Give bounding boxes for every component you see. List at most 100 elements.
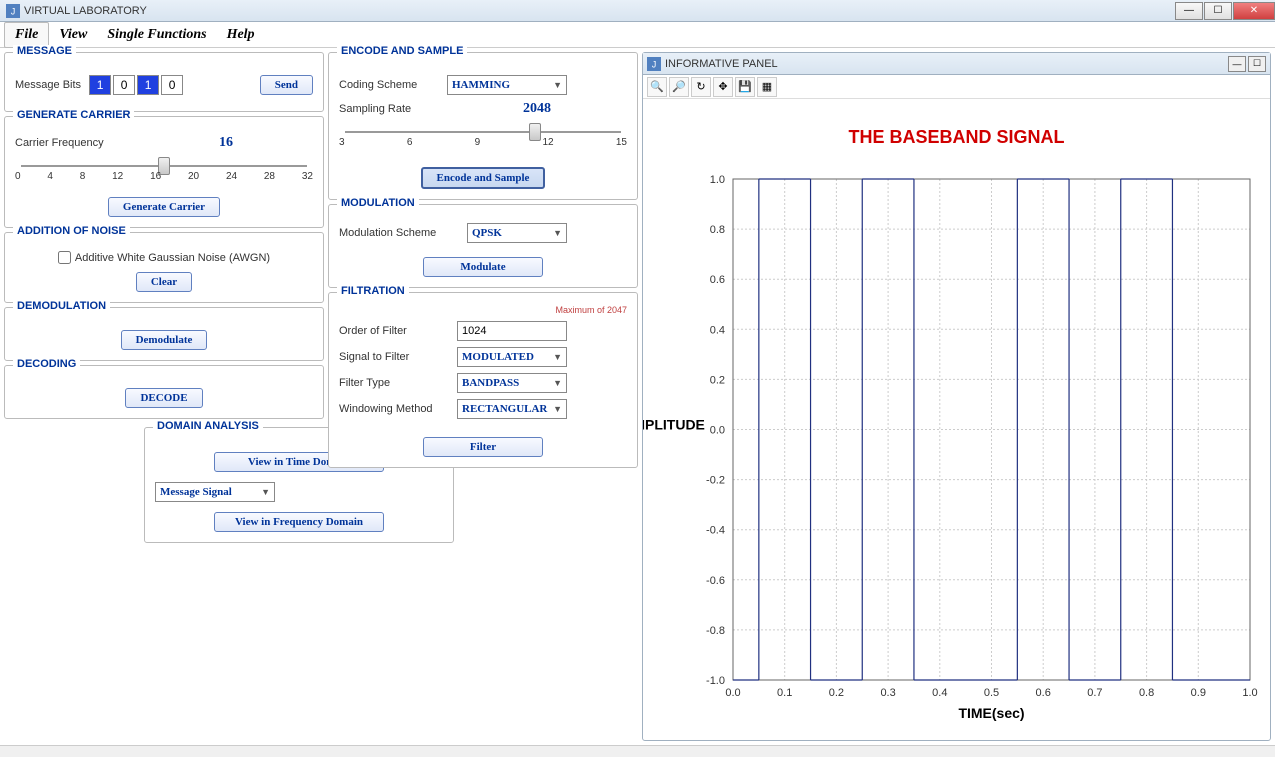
close-button[interactable]: ✕ [1233, 2, 1275, 20]
menubar: File View Single Functions Help [0, 22, 1275, 48]
awgn-label: Additive White Gaussian Noise (AWGN) [75, 252, 270, 264]
svg-text:0.0: 0.0 [710, 425, 725, 437]
svg-text:-0.8: -0.8 [706, 625, 725, 637]
encode-sample-button[interactable]: Encode and Sample [421, 167, 546, 189]
window-method-dropdown[interactable]: RECTANGULAR▼ [457, 399, 567, 419]
pan-icon[interactable]: ✥ [713, 77, 733, 97]
svg-text:0.6: 0.6 [710, 274, 725, 286]
bit-2[interactable]: 1 [137, 75, 159, 95]
send-button[interactable]: Send [260, 75, 313, 95]
svg-text:TIME(sec): TIME(sec) [958, 705, 1024, 721]
carrier-title: GENERATE CARRIER [13, 109, 134, 121]
modulate-button[interactable]: Modulate [423, 257, 543, 277]
filtration-title: FILTRATION [337, 285, 409, 297]
clear-button[interactable]: Clear [136, 272, 192, 292]
filtration-panel: FILTRATION Maximum of 2047 Order of Filt… [328, 292, 638, 468]
java-icon: J [647, 57, 661, 71]
informative-panel-window: J INFORMATIVE PANEL — ☐ 🔍 🔎 ↻ ✥ 💾 ▦ THE … [642, 52, 1271, 741]
info-panel-title: INFORMATIVE PANEL [665, 58, 1226, 70]
minimize-button[interactable]: — [1175, 2, 1203, 20]
svg-text:IPLITUDE: IPLITUDE [643, 417, 705, 433]
svg-text:0.2: 0.2 [829, 687, 844, 699]
panel-minimize-button[interactable]: — [1228, 56, 1246, 72]
window-title: VIRTUAL LABORATORY [24, 5, 1174, 17]
rate-label: Sampling Rate [339, 103, 439, 115]
svg-text:-1.0: -1.0 [706, 675, 725, 687]
message-bits-label: Message Bits [15, 79, 81, 91]
filter-note: Maximum of 2047 [339, 305, 627, 315]
chart-toolbar: 🔍 🔎 ↻ ✥ 💾 ▦ [643, 75, 1270, 99]
awgn-checkbox[interactable] [58, 251, 71, 264]
rate-slider[interactable]: 3691215 [339, 123, 627, 153]
bit-3[interactable]: 0 [161, 75, 183, 95]
message-title: MESSAGE [13, 45, 76, 57]
svg-text:J: J [11, 6, 15, 16]
domain-signal-dropdown[interactable]: Message Signal▼ [155, 482, 275, 502]
decode-title: DECODING [13, 358, 80, 370]
chevron-down-icon: ▼ [553, 378, 562, 388]
noise-panel: ADDITION OF NOISE Additive White Gaussia… [4, 232, 324, 303]
carrier-slider[interactable]: 048121620242832 [15, 157, 313, 187]
svg-text:0.8: 0.8 [1139, 687, 1154, 699]
filter-button[interactable]: Filter [423, 437, 543, 457]
horizontal-scrollbar[interactable] [0, 745, 1275, 757]
chevron-down-icon: ▼ [553, 228, 562, 238]
carrier-freq-value: 16 [219, 135, 233, 151]
zoom-in-icon[interactable]: 🔍 [647, 77, 667, 97]
menu-single-functions[interactable]: Single Functions [97, 23, 216, 47]
mod-scheme-dropdown[interactable]: QPSK▼ [467, 223, 567, 243]
carrier-panel: GENERATE CARRIER Carrier Frequency 16 04… [4, 116, 324, 228]
filter-type-dropdown[interactable]: BANDPASS▼ [457, 373, 567, 393]
svg-text:0.6: 0.6 [1036, 687, 1051, 699]
message-panel: MESSAGE Message Bits 1 0 1 0 Send [4, 52, 324, 112]
signal-filter-dropdown[interactable]: MODULATED▼ [457, 347, 567, 367]
order-label: Order of Filter [339, 325, 449, 337]
rate-value: 2048 [523, 101, 551, 116]
svg-text:-0.6: -0.6 [706, 575, 725, 587]
chevron-down-icon: ▼ [261, 487, 270, 497]
decode-button[interactable]: DECODE [125, 388, 202, 408]
order-field[interactable] [457, 321, 567, 341]
bit-0[interactable]: 1 [89, 75, 111, 95]
maximize-button[interactable]: ☐ [1204, 2, 1232, 20]
panel-maximize-button[interactable]: ☐ [1248, 56, 1266, 72]
zoom-out-icon[interactable]: 🔎 [669, 77, 689, 97]
save-icon[interactable]: 💾 [735, 77, 755, 97]
coding-dropdown[interactable]: HAMMING▼ [447, 75, 567, 95]
menu-file[interactable]: File [4, 22, 49, 48]
coding-label: Coding Scheme [339, 79, 439, 91]
demod-title: DEMODULATION [13, 300, 110, 312]
svg-text:0.2: 0.2 [710, 374, 725, 386]
java-icon: J [6, 4, 20, 18]
bit-1[interactable]: 0 [113, 75, 135, 95]
generate-carrier-button[interactable]: Generate Carrier [108, 197, 220, 217]
svg-text:0.7: 0.7 [1087, 687, 1102, 699]
window-method-label: Windowing Method [339, 403, 449, 415]
demodulate-button[interactable]: Demodulate [121, 330, 208, 350]
view-freq-domain-button[interactable]: View in Frequency Domain [214, 512, 384, 532]
svg-text:0.4: 0.4 [932, 687, 947, 699]
grid-icon[interactable]: ▦ [757, 77, 777, 97]
svg-text:0.5: 0.5 [984, 687, 999, 699]
svg-text:-0.2: -0.2 [706, 475, 725, 487]
svg-text:0.9: 0.9 [1191, 687, 1206, 699]
reset-zoom-icon[interactable]: ↻ [691, 77, 711, 97]
domain-title: DOMAIN ANALYSIS [153, 420, 263, 432]
svg-text:0.3: 0.3 [880, 687, 895, 699]
svg-text:-0.4: -0.4 [706, 525, 725, 537]
chevron-down-icon: ▼ [553, 404, 562, 414]
menu-view[interactable]: View [49, 23, 97, 47]
svg-text:0.4: 0.4 [710, 324, 725, 336]
chevron-down-icon: ▼ [553, 352, 562, 362]
svg-text:0.8: 0.8 [710, 224, 725, 236]
svg-text:1.0: 1.0 [710, 174, 725, 186]
menu-help[interactable]: Help [217, 23, 265, 47]
chart-plot: 0.0 0.1 0.2 0.3 0.4 0.5 0.6 0.7 0.8 0.9 1.0 -1.0 -0.… [643, 99, 1270, 740]
carrier-freq-label: Carrier Frequency [15, 137, 104, 149]
encode-panel: ENCODE AND SAMPLE Coding Scheme HAMMING▼… [328, 52, 638, 200]
svg-text:1.0: 1.0 [1242, 687, 1257, 699]
demodulation-panel: DEMODULATION Demodulate [4, 307, 324, 361]
svg-text:0.1: 0.1 [777, 687, 792, 699]
svg-text:J: J [652, 59, 656, 69]
chart-area: THE BASEBAND SIGNAL 0.00.10.20.30.40.50.… [643, 99, 1270, 740]
